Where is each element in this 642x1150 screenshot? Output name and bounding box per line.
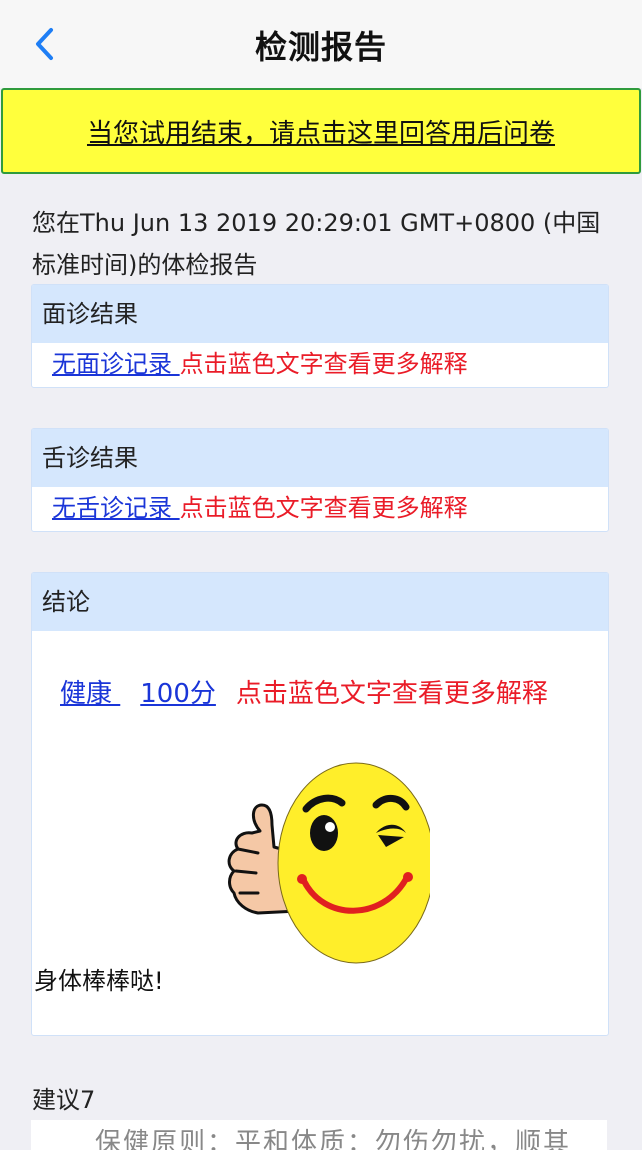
tongue-diagnosis-row: 无舌诊记录 点击蓝色文字查看更多解释 <box>32 487 608 529</box>
conclusion-row: 健康 100分 点击蓝色文字查看更多解释 <box>60 673 548 710</box>
face-diagnosis-link[interactable]: 无面诊记录 <box>52 350 180 378</box>
conclusion-card: 结论 健康 100分 点击蓝色文字查看更多解释 身体棒棒哒! <box>31 572 609 1036</box>
advice-card: 保健原则：平和体质：勿伤勿扰，顺其 <box>31 1120 607 1150</box>
conclusion-hint: 点击蓝色文字查看更多解释 <box>235 679 548 709</box>
report-intro-text: 您在Thu Jun 13 2019 20:29:01 GMT+0800 (中国标… <box>32 209 601 279</box>
face-diagnosis-card: 面诊结果 无面诊记录 点击蓝色文字查看更多解释 <box>31 284 609 388</box>
thumbs-up-smiley-icon <box>227 762 430 964</box>
survey-link[interactable]: 当您试用结束，请点击这里回答用后问卷 <box>87 113 555 150</box>
navigation-bar: 检测报告 <box>0 0 642 88</box>
face-diagnosis-hint: 点击蓝色文字查看更多解释 <box>179 350 468 378</box>
tongue-diagnosis-hint: 点击蓝色文字查看更多解释 <box>179 494 468 522</box>
advice-text: 保健原则：平和体质：勿伤勿扰，顺其 <box>95 1128 572 1150</box>
tongue-diagnosis-card: 舌诊结果 无舌诊记录 点击蓝色文字查看更多解释 <box>31 428 609 532</box>
health-score-link[interactable]: 100分 <box>140 679 216 709</box>
advice-label: 建议7 <box>32 1086 96 1114</box>
tongue-diagnosis-title: 舌诊结果 <box>32 429 608 487</box>
face-diagnosis-title: 面诊结果 <box>32 285 608 343</box>
conclusion-title: 结论 <box>32 573 608 631</box>
survey-banner[interactable]: 当您试用结束，请点击这里回答用后问卷 <box>1 88 641 174</box>
face-diagnosis-row: 无面诊记录 点击蓝色文字查看更多解释 <box>32 343 608 385</box>
tongue-diagnosis-link[interactable]: 无舌诊记录 <box>52 494 180 522</box>
page-title: 检测报告 <box>254 28 387 66</box>
body-great-caption: 身体棒棒哒! <box>34 967 164 995</box>
health-status-link[interactable]: 健康 <box>60 679 120 709</box>
